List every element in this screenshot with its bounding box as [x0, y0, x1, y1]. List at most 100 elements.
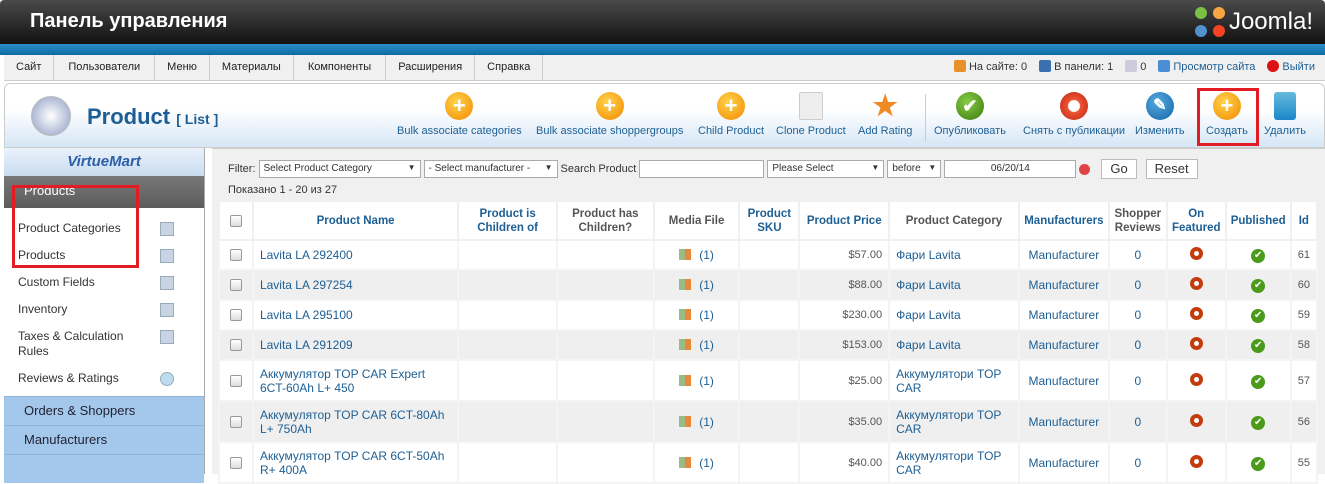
product-name-link[interactable]: Аккумулятор TOP CAR 6CT-50Ah R+ 400A: [251, 441, 460, 484]
featured-toggle[interactable]: [1165, 299, 1227, 331]
sidebar-item-inventory[interactable]: Inventory: [4, 297, 204, 324]
manufacturer-link[interactable]: Manufacturer: [1017, 299, 1110, 331]
published-toggle[interactable]: ✔: [1224, 441, 1292, 484]
reviews-link[interactable]: 0: [1107, 329, 1168, 361]
published-toggle[interactable]: ✔: [1224, 400, 1292, 443]
product-name-link[interactable]: Lavita LA 297254: [251, 269, 460, 301]
category-link[interactable]: Аккумулятори TOP CAR: [888, 359, 1020, 402]
add-rating-button[interactable]: ★ Add Rating: [858, 92, 912, 138]
col-children-of[interactable]: Product is Children of: [457, 200, 558, 241]
row-checkbox[interactable]: [229, 309, 242, 321]
featured-toggle[interactable]: [1165, 400, 1227, 443]
before-select[interactable]: before: [887, 160, 942, 178]
row-checkbox[interactable]: [229, 339, 242, 351]
reset-button[interactable]: Reset: [1145, 159, 1198, 179]
featured-toggle[interactable]: [1165, 329, 1227, 361]
sidebar-item-taxes[interactable]: Taxes & Calculation Rules: [4, 324, 204, 366]
media-file-link[interactable]: (1): [652, 239, 741, 271]
col-price[interactable]: Product Price: [798, 200, 891, 241]
menu-components[interactable]: Компоненты: [294, 55, 387, 80]
date-input[interactable]: 06/20/14: [944, 160, 1077, 178]
manufacturer-link[interactable]: Manufacturer: [1017, 239, 1110, 271]
published-toggle[interactable]: ✔: [1224, 299, 1292, 331]
manufacturer-link[interactable]: Manufacturer: [1017, 269, 1110, 301]
manufacturer-link[interactable]: Manufacturer: [1017, 441, 1110, 484]
menu-users[interactable]: Пользователи: [54, 55, 156, 80]
unpublish-button[interactable]: Снять с публикации: [1023, 92, 1125, 137]
sidebar-item-custom-fields[interactable]: Custom Fields: [4, 270, 204, 297]
col-manufacturers[interactable]: Manufacturers: [1017, 200, 1110, 241]
sidebar-item-reviews[interactable]: Reviews & Ratings: [4, 366, 204, 396]
reviews-link[interactable]: 0: [1107, 441, 1168, 484]
published-toggle[interactable]: ✔: [1224, 329, 1292, 361]
reviews-link[interactable]: 0: [1107, 359, 1168, 402]
menu-site[interactable]: Сайт: [4, 55, 55, 80]
row-checkbox[interactable]: [229, 249, 242, 261]
product-name-link[interactable]: Аккумулятор TOP CAR 6CT-80Ah L+ 750Ah: [251, 400, 460, 443]
sidebar-category-products[interactable]: Products: [4, 176, 204, 208]
reviews-link[interactable]: 0: [1107, 239, 1168, 271]
delete-button[interactable]: Удалить: [1264, 92, 1306, 137]
featured-toggle[interactable]: [1165, 239, 1227, 271]
reviews-link[interactable]: 0: [1107, 400, 1168, 443]
edit-button[interactable]: ✎ Изменить: [1135, 92, 1185, 137]
select-all-checkbox[interactable]: [229, 214, 242, 227]
col-product-name[interactable]: Product Name: [251, 200, 460, 241]
category-link[interactable]: Фари Lavita: [888, 269, 1020, 301]
product-name-link[interactable]: Lavita LA 291209: [251, 329, 460, 361]
go-button[interactable]: Go: [1101, 159, 1137, 179]
category-link[interactable]: Фари Lavita: [888, 239, 1020, 271]
published-toggle[interactable]: ✔: [1224, 359, 1292, 402]
product-name-link[interactable]: Lavita LA 292400: [251, 239, 460, 271]
bulk-associate-shoppergroups-button[interactable]: + Bulk associate shoppergroups: [536, 92, 683, 137]
create-button[interactable]: + Создать: [1206, 92, 1248, 137]
col-featured[interactable]: On Featured: [1165, 200, 1227, 241]
clone-product-button[interactable]: Clone Product: [776, 92, 846, 137]
media-file-link[interactable]: (1): [652, 269, 741, 301]
media-file-link[interactable]: (1): [652, 359, 741, 402]
col-id[interactable]: Id: [1289, 200, 1319, 241]
row-checkbox[interactable]: [229, 374, 242, 387]
category-select[interactable]: Select Product Category: [258, 160, 421, 178]
row-checkbox[interactable]: [229, 456, 242, 469]
featured-toggle[interactable]: [1165, 269, 1227, 301]
media-file-link[interactable]: (1): [652, 400, 741, 443]
category-link[interactable]: Аккумулятори TOP CAR: [888, 400, 1020, 443]
published-toggle[interactable]: ✔: [1224, 239, 1292, 271]
media-file-link[interactable]: (1): [652, 329, 741, 361]
media-file-link[interactable]: (1): [652, 441, 741, 484]
manufacturer-link[interactable]: Manufacturer: [1017, 329, 1110, 361]
child-product-button[interactable]: + Child Product: [698, 92, 764, 137]
reviews-link[interactable]: 0: [1107, 269, 1168, 301]
sidebar-item-products[interactable]: Products: [4, 243, 204, 270]
clear-date-icon[interactable]: [1079, 163, 1091, 175]
logout-link[interactable]: Выйти: [1267, 55, 1315, 80]
bulk-associate-categories-button[interactable]: + Bulk associate categories: [397, 92, 522, 137]
row-checkbox[interactable]: [229, 279, 242, 291]
view-site-link[interactable]: Просмотр сайта: [1158, 55, 1255, 80]
menu-menus[interactable]: Меню: [155, 55, 210, 80]
menu-content[interactable]: Материалы: [210, 55, 294, 80]
sidebar-item-product-categories[interactable]: Product Categories: [4, 216, 204, 243]
menu-help[interactable]: Справка: [475, 55, 544, 80]
featured-toggle[interactable]: [1165, 359, 1227, 402]
date-field-select[interactable]: Please Select: [767, 160, 885, 178]
publish-button[interactable]: ✔ Опубликовать: [934, 92, 1006, 137]
category-link[interactable]: Фари Lavita: [888, 299, 1020, 331]
sidebar-group-orders[interactable]: Orders & Shoppers: [4, 396, 204, 425]
row-checkbox[interactable]: [229, 415, 242, 428]
manufacturer-link[interactable]: Manufacturer: [1017, 400, 1110, 443]
featured-toggle[interactable]: [1165, 441, 1227, 484]
col-sku[interactable]: Product SKU: [738, 200, 801, 241]
reviews-link[interactable]: 0: [1107, 299, 1168, 331]
manufacturer-link[interactable]: Manufacturer: [1017, 359, 1110, 402]
product-name-link[interactable]: Аккумулятор TOP CAR Expert 6CT-60Ah L+ 4…: [251, 359, 460, 402]
category-link[interactable]: Фари Lavita: [888, 329, 1020, 361]
menu-extensions[interactable]: Расширения: [386, 55, 476, 80]
col-published[interactable]: Published: [1224, 200, 1292, 241]
published-toggle[interactable]: ✔: [1224, 269, 1292, 301]
search-input[interactable]: [639, 160, 765, 178]
sidebar-group-manufacturers[interactable]: Manufacturers: [4, 425, 204, 454]
messages-status[interactable]: 0: [1125, 55, 1146, 80]
manufacturer-select[interactable]: - Select manufacturer -: [423, 160, 558, 178]
